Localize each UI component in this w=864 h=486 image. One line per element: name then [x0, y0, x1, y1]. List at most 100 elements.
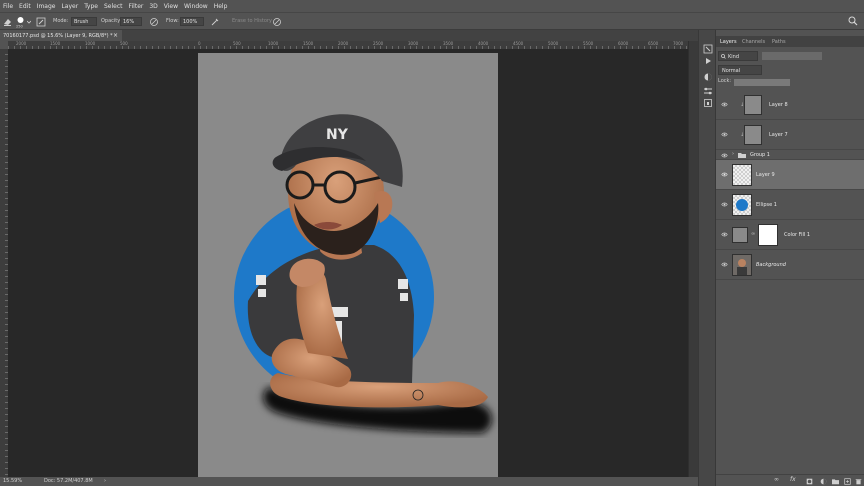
chevron-down-icon[interactable]	[27, 20, 31, 24]
ruler-label: 2000	[16, 41, 27, 46]
delete-layer-icon[interactable]	[855, 478, 862, 485]
eraser-tool-icon[interactable]	[3, 17, 13, 27]
info-icon[interactable]	[703, 98, 713, 108]
menu-filter[interactable]: Filter	[129, 3, 144, 10]
eye-icon[interactable]	[721, 231, 728, 238]
layer-row-layer-9[interactable]: Layer 9	[716, 160, 864, 190]
ruler-label: 4500	[513, 41, 524, 46]
history-icon[interactable]	[703, 44, 713, 54]
menu-help[interactable]: Help	[214, 3, 228, 10]
canvas-area[interactable]: NY	[8, 49, 688, 477]
layer-row-group-1[interactable]: › Group 1	[716, 150, 864, 160]
chevron-right-icon[interactable]: ›	[732, 151, 734, 157]
document-tab-title: 70160177.psd @ 15.6% (Layer 9, RGB/8*) *	[3, 33, 113, 39]
kind-filter-select[interactable]: Kind	[718, 51, 758, 61]
eye-icon[interactable]	[721, 152, 728, 159]
ruler-label: 1500	[303, 41, 314, 46]
new-group-icon[interactable]	[832, 478, 839, 485]
airbrush-icon[interactable]	[210, 17, 220, 27]
menu-type[interactable]: Type	[84, 3, 98, 10]
menu-layer[interactable]: Layer	[61, 3, 78, 10]
horizontal-ruler[interactable]: 2000 1500 1000 500 0 500 1000 1500 2000 …	[8, 41, 688, 49]
menu-select[interactable]: Select	[104, 3, 123, 10]
blend-mode-select[interactable]: Normal	[718, 65, 762, 75]
blend-row: Normal	[718, 65, 864, 75]
layer-name: Layer 8	[769, 102, 788, 108]
filter-row: Kind	[718, 51, 864, 62]
tab-layers[interactable]: Layers	[720, 39, 737, 45]
layer-row-background[interactable]: Background	[716, 250, 864, 280]
ruler-label: 500	[120, 41, 128, 46]
play-actions-icon[interactable]	[703, 56, 713, 66]
new-layer-icon[interactable]	[844, 478, 851, 485]
adjustment-layer-icon[interactable]	[820, 478, 827, 485]
flow-field[interactable]: 100%	[180, 17, 204, 26]
lock-icons[interactable]	[734, 79, 790, 86]
mask-thumbnail	[758, 224, 778, 246]
menu-edit[interactable]: Edit	[19, 3, 31, 10]
mode-select[interactable]: Brush	[71, 17, 97, 26]
layer-name: Color Fill 1	[784, 232, 811, 238]
filter-icons[interactable]	[762, 52, 822, 60]
pressure-opacity-icon[interactable]	[149, 17, 159, 27]
eye-icon[interactable]	[721, 131, 728, 138]
add-mask-icon[interactable]	[806, 478, 813, 485]
menu-3d[interactable]: 3D	[149, 3, 157, 10]
layer-row-layer-8[interactable]: ↓ Layer 8	[716, 90, 864, 120]
layer-name: Layer 7	[769, 132, 788, 138]
menu-image[interactable]: Image	[37, 3, 56, 10]
document-canvas[interactable]: NY	[198, 53, 498, 477]
document-tab[interactable]: 70160177.psd @ 15.6% (Layer 9, RGB/8*) *…	[0, 30, 122, 41]
opacity-label: Opacity:	[101, 18, 122, 24]
layer-name: Layer 9	[756, 172, 775, 178]
ruler-label: 7000	[673, 41, 684, 46]
eye-icon[interactable]	[721, 201, 728, 208]
zoom-level[interactable]: 15.59%	[3, 478, 22, 484]
mode-label: Mode:	[53, 18, 69, 24]
layer-name: Background	[756, 262, 786, 268]
ruler-label: 1500	[50, 41, 61, 46]
tab-paths[interactable]: Paths	[772, 39, 786, 45]
tab-channels[interactable]: Channels	[742, 39, 765, 45]
layer-thumbnail	[744, 95, 762, 115]
adjustments-icon[interactable]	[703, 72, 713, 82]
search-icon	[721, 54, 726, 59]
ruler-label: 0	[198, 41, 201, 46]
ruler-label: 1000	[85, 41, 96, 46]
link-layers-icon[interactable]: ∞	[774, 476, 781, 483]
ruler-label: 6000	[618, 41, 629, 46]
brush-preset-icon[interactable]: 250	[16, 16, 25, 28]
eye-icon[interactable]	[721, 261, 728, 268]
layer-row-color-fill-1[interactable]: ∞ Color Fill 1	[716, 220, 864, 250]
menu-window[interactable]: Window	[184, 3, 208, 10]
layer-name: Ellipse 1	[756, 202, 777, 208]
ruler-label: 3000	[408, 41, 419, 46]
fx-icon[interactable]: fx	[790, 476, 797, 483]
layer-row-ellipse-1[interactable]: Ellipse 1	[716, 190, 864, 220]
options-bar: 250 Mode: Brush Opacity: 16% Flow: 100% …	[0, 12, 864, 30]
brush-panel-icon[interactable]	[36, 17, 46, 27]
eye-icon[interactable]	[721, 101, 728, 108]
kind-label: Kind	[728, 54, 740, 60]
layers-panel: Layers Channels Paths Kind Normal Lock: …	[716, 30, 864, 486]
flow-label: Flow:	[166, 18, 179, 24]
close-tab-icon[interactable]: ×	[113, 32, 118, 39]
ellipse-thumbnail-shape	[736, 199, 748, 211]
opacity-field[interactable]: 16%	[120, 17, 142, 26]
erase-to-history-option[interactable]: Erase to History	[232, 18, 272, 24]
pressure-size-icon[interactable]	[272, 17, 282, 27]
vertical-ruler[interactable]	[0, 49, 8, 477]
layer-row-layer-7[interactable]: ↓ Layer 7	[716, 120, 864, 150]
vertical-scrollbar[interactable]	[688, 41, 698, 477]
layer-name: Group 1	[750, 152, 770, 158]
panel-tabs: Layers Channels Paths	[716, 36, 864, 47]
eye-icon[interactable]	[721, 171, 728, 178]
menu-view[interactable]: View	[164, 3, 178, 10]
ruler-label: 4000	[478, 41, 489, 46]
lock-row: Lock:	[718, 78, 864, 88]
search-icon[interactable]	[848, 16, 858, 26]
status-menu-chevron-icon[interactable]: ›	[104, 478, 106, 484]
properties-icon[interactable]	[703, 86, 713, 96]
link-icon[interactable]: ∞	[751, 231, 755, 237]
menu-file[interactable]: File	[3, 3, 13, 10]
